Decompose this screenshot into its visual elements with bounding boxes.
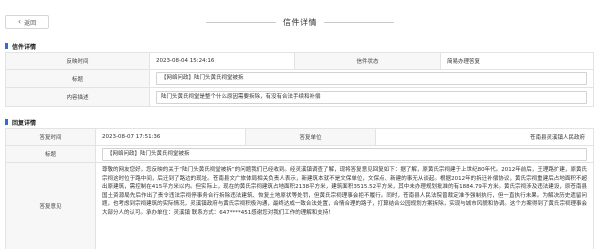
time-value: 2023-08-04 15:24:16 xyxy=(149,52,295,70)
content-label: 内容描述 xyxy=(5,87,150,107)
reply-title-value-cell: 【网络问政】陆门头黄氏祠堂被拆 xyxy=(95,145,594,163)
back-button[interactable]: ‹ 返回 xyxy=(5,15,49,29)
reply-unit-value: 苍南县灵溪镇人民政府 xyxy=(375,128,594,146)
content-value: 陆门头黄氏祠堂是整个什么原因需要拆除，有没有合法手续和补偿 xyxy=(156,90,587,104)
table-row: 标题 【网络问政】陆门头黄氏祠堂被拆 xyxy=(5,145,594,163)
reply-unit-label: 答复单位 xyxy=(245,128,376,146)
reply-detail-heading: 回复详情 xyxy=(5,116,593,128)
title-divider-left xyxy=(206,21,276,23)
table-row: 答复意见 尊敬的网友您好，您反映的关于“陆门头黄氏祠堂被拆”的问题我们已经收到。… xyxy=(5,162,594,249)
title-divider-right xyxy=(324,21,394,23)
reply-detail-section: 回复详情 答复时间 2023-08-07 17:51:36 答复单位 苍南县灵溪… xyxy=(5,116,594,249)
top-bar: ‹ 返回 信件详情 xyxy=(0,10,600,32)
time-label: 反映时间 xyxy=(5,52,150,70)
table-row: 反映时间 2023-08-04 15:24:16 信件状态 简易办理答复 xyxy=(5,52,594,70)
reply-opinion-label: 答复意见 xyxy=(5,162,96,249)
title-value-cell: 【网络问政】陆门头黄氏祠堂被拆 xyxy=(149,69,594,88)
table-row: 答复时间 2023-08-07 17:51:36 答复单位 苍南县灵溪镇人民政府 xyxy=(5,128,594,146)
reply-time-value: 2023-08-07 17:51:36 xyxy=(95,128,246,146)
section-marker-icon xyxy=(5,119,8,125)
reply-opinion-text: 尊敬的网友您好，您反映的关于“陆门头黄氏祠堂被拆”的问题我们已经收到。经灵溪镇调… xyxy=(102,167,587,216)
page-title: 信件详情 xyxy=(206,16,394,28)
back-arrow-icon: ‹ xyxy=(17,17,22,26)
status-label: 信件状态 xyxy=(294,52,441,70)
letter-detail-heading: 信件详情 xyxy=(5,40,593,52)
letter-detail-heading-text: 信件详情 xyxy=(12,43,37,51)
reply-detail-heading-text: 回复详情 xyxy=(12,119,37,127)
title-label: 标题 xyxy=(5,69,150,88)
reply-detail-table: 答复时间 2023-08-07 17:51:36 答复单位 苍南县灵溪镇人民政府… xyxy=(5,128,594,249)
letter-detail-page: ‹ 返回 信件详情 信件详情 反映时间 2023-08-04 15:24:16 … xyxy=(0,0,600,249)
page-title-text: 信件详情 xyxy=(283,17,317,27)
section-marker-icon xyxy=(5,43,8,49)
reply-opinion-cell: 尊敬的网友您好，您反映的关于“陆门头黄氏祠堂被拆”的问题我们已经收到。经灵溪镇调… xyxy=(95,162,594,249)
title-value: 【网络问政】陆门头黄氏祠堂被拆 xyxy=(156,72,587,85)
reply-title-value: 【网络问政】陆门头黄氏祠堂被拆 xyxy=(102,147,587,161)
back-button-label: 返回 xyxy=(24,19,37,27)
content-value-cell: 陆门头黄氏祠堂是整个什么原因需要拆除，有没有合法手续和补偿 xyxy=(149,87,594,107)
reply-title-label: 标题 xyxy=(5,145,96,163)
status-value: 简易办理答复 xyxy=(440,52,594,70)
letter-detail-section: 信件详情 反映时间 2023-08-04 15:24:16 信件状态 简易办理答… xyxy=(5,40,594,107)
table-row: 标题 【网络问政】陆门头黄氏祠堂被拆 xyxy=(5,69,594,88)
reply-time-label: 答复时间 xyxy=(5,128,96,146)
table-row: 内容描述 陆门头黄氏祠堂是整个什么原因需要拆除，有没有合法手续和补偿 xyxy=(5,87,594,107)
letter-detail-table: 反映时间 2023-08-04 15:24:16 信件状态 简易办理答复 标题 … xyxy=(5,52,594,107)
